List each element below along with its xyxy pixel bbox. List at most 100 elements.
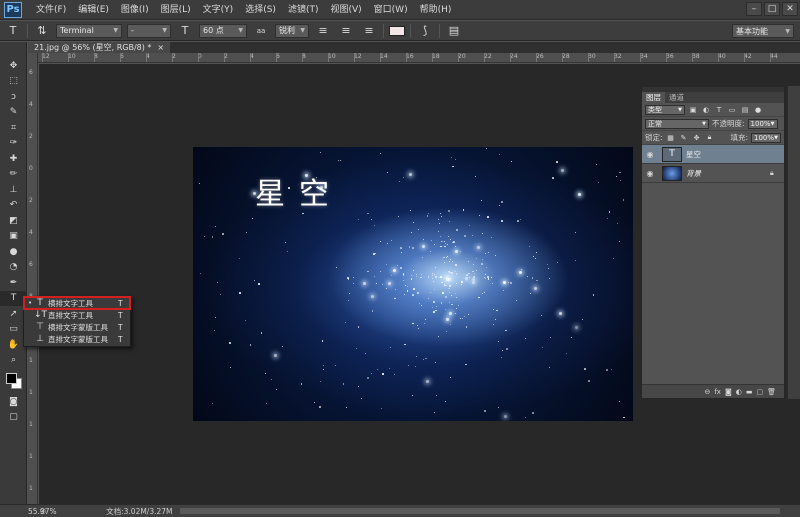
- type-filter-icon[interactable]: T: [714, 105, 724, 115]
- move-icon[interactable]: ✥: [0, 58, 27, 74]
- lasso-icon[interactable]: ↄ: [0, 89, 27, 105]
- lock-image-icon[interactable]: ✎: [679, 133, 689, 143]
- menu-file[interactable]: 文件(F): [30, 0, 72, 20]
- star: [419, 302, 421, 304]
- document-tab[interactable]: 21.jpg @ 56% (星空, RGB/8) * ×: [28, 42, 171, 53]
- align-right-icon[interactable]: ≡: [360, 23, 378, 39]
- menu-edit[interactable]: 编辑(E): [72, 0, 115, 20]
- healing-brush-icon[interactable]: ✚: [0, 151, 27, 167]
- ruler-tick: 4: [146, 53, 150, 62]
- align-center-icon[interactable]: ≡: [337, 23, 355, 39]
- font-style-dropdown[interactable]: - ▼: [127, 23, 171, 38]
- menu-select[interactable]: 选择(S): [239, 0, 282, 20]
- history-brush-icon[interactable]: ↶: [0, 198, 27, 214]
- adjustment-layer-icon[interactable]: ◐: [736, 388, 742, 396]
- warp-text-icon[interactable]: ⟆: [416, 23, 434, 39]
- fill-field[interactable]: 100% ▼: [751, 132, 781, 143]
- color-swatches[interactable]: [0, 368, 27, 394]
- brush-icon[interactable]: ✏: [0, 167, 27, 183]
- new-group-icon[interactable]: ▬: [746, 388, 753, 396]
- ruler-tick: 32: [614, 53, 622, 62]
- close-window-button[interactable]: ✕: [782, 2, 798, 16]
- layer-style-icon[interactable]: fx: [714, 388, 721, 396]
- eyedropper-icon[interactable]: ✑: [0, 136, 27, 152]
- filter-toggle-icon[interactable]: ●: [753, 105, 763, 115]
- filter-kind-dropdown[interactable]: 类型 ▼: [645, 104, 685, 115]
- menu-type[interactable]: 文字(Y): [197, 0, 240, 20]
- clone-stamp-icon[interactable]: ⊥: [0, 182, 27, 198]
- adjustment-filter-icon[interactable]: ◐: [701, 105, 711, 115]
- character-panel-icon[interactable]: ▤: [445, 23, 463, 39]
- flyout-vertical-type-tool[interactable]: ↓T 直排文字工具 T: [24, 309, 130, 321]
- quick-mask-icon[interactable]: ◙: [0, 394, 27, 410]
- lock-position-icon[interactable]: ✥: [692, 133, 702, 143]
- tab-channels[interactable]: 通道: [665, 92, 688, 103]
- menu-window[interactable]: 窗口(W): [368, 0, 414, 20]
- blend-mode-dropdown[interactable]: 正常 ▼: [645, 118, 709, 129]
- maximize-button[interactable]: □: [764, 2, 780, 16]
- align-left-icon[interactable]: ≡: [314, 23, 332, 39]
- minimize-button[interactable]: –: [746, 2, 762, 16]
- workspace-dropdown[interactable]: 基本功能 ▼: [732, 24, 794, 38]
- layer-row[interactable]: ◉ 背景 🔒︎: [642, 164, 784, 183]
- menu-filter[interactable]: 滤镜(T): [282, 0, 325, 20]
- shape-filter-icon[interactable]: ▭: [727, 105, 737, 115]
- font-size-dropdown[interactable]: 60 点 ▼: [199, 23, 247, 38]
- pen-icon[interactable]: ✒: [0, 275, 27, 291]
- tab-layers[interactable]: 图层: [642, 92, 665, 103]
- flyout-vertical-type-mask-tool[interactable]: ⊥ 直排文字蒙版工具 T: [24, 333, 130, 345]
- lock-transparency-icon[interactable]: ▦: [666, 133, 676, 143]
- zoom-level[interactable]: 55.97%: [0, 507, 57, 516]
- star: [391, 274, 393, 276]
- delete-layer-icon[interactable]: 🗑︎: [767, 388, 776, 396]
- layer-row[interactable]: ◉ T 星空: [642, 145, 784, 164]
- close-icon[interactable]: ×: [157, 42, 164, 53]
- screen-mode-icon[interactable]: ▢: [0, 410, 27, 426]
- horizontal-type-icon: T: [37, 298, 43, 308]
- blur-icon[interactable]: ●: [0, 244, 27, 260]
- flyout-horizontal-type-mask-tool[interactable]: ⊤ 横排文字蒙版工具 T: [24, 321, 130, 333]
- text-orientation-toggle-icon[interactable]: ⇅: [33, 23, 51, 39]
- gradient-icon[interactable]: ▣: [0, 229, 27, 245]
- canvas-image-starfield[interactable]: 星空: [193, 147, 633, 421]
- smart-object-filter-icon[interactable]: ▤: [740, 105, 750, 115]
- horizontal-scrollbar[interactable]: [180, 508, 780, 514]
- opacity-field[interactable]: 100% ▼: [747, 118, 778, 129]
- star: [456, 274, 458, 276]
- menu-view[interactable]: 视图(V): [324, 0, 367, 20]
- eye-icon[interactable]: ◉: [642, 169, 658, 178]
- zoom-icon[interactable]: ⌕: [0, 353, 27, 369]
- new-layer-icon[interactable]: ▢: [756, 388, 763, 396]
- foreground-color[interactable]: [6, 373, 17, 384]
- menu-layer[interactable]: 图层(L): [155, 0, 197, 20]
- zoom-icon[interactable]: ◎: [40, 507, 46, 515]
- layer-mask-icon[interactable]: ◙: [725, 388, 732, 396]
- vertical-type-mask-icon: ⊥: [36, 334, 44, 344]
- panel-dock-strip[interactable]: [787, 86, 800, 399]
- dodge-icon[interactable]: ◔: [0, 260, 27, 276]
- layer-name[interactable]: 背景: [686, 168, 770, 179]
- font-family-dropdown[interactable]: Terminal ▼: [56, 23, 122, 38]
- menu-image[interactable]: 图像(I): [115, 0, 155, 20]
- antialias-dropdown[interactable]: 锐利 ▼: [275, 23, 309, 38]
- text-color-swatch[interactable]: [389, 25, 405, 36]
- star: [211, 402, 213, 404]
- pixel-filter-icon[interactable]: ▣: [688, 105, 698, 115]
- ruler-tick: 4: [29, 101, 33, 108]
- marquee-icon[interactable]: ⬚: [0, 74, 27, 90]
- quick-select-icon[interactable]: ✎: [0, 105, 27, 121]
- link-layers-icon[interactable]: ⊖: [704, 388, 710, 396]
- eraser-icon[interactable]: ◩: [0, 213, 27, 229]
- canvas-text-layer[interactable]: 星空: [255, 169, 343, 213]
- lock-all-icon[interactable]: 🔒︎: [705, 133, 715, 143]
- flyout-horizontal-type-tool[interactable]: • T 横排文字工具 T: [23, 296, 131, 310]
- flyout-item-shortcut: T: [118, 298, 123, 308]
- eye-icon[interactable]: ◉: [642, 150, 658, 159]
- star: [367, 212, 369, 215]
- layer-name[interactable]: 星空: [686, 149, 784, 160]
- star: [387, 171, 389, 173]
- crop-icon[interactable]: ⌗: [0, 120, 27, 136]
- star: [446, 318, 450, 322]
- menu-help[interactable]: 帮助(H): [414, 0, 458, 20]
- type-tool-preset-icon[interactable]: T: [4, 23, 22, 39]
